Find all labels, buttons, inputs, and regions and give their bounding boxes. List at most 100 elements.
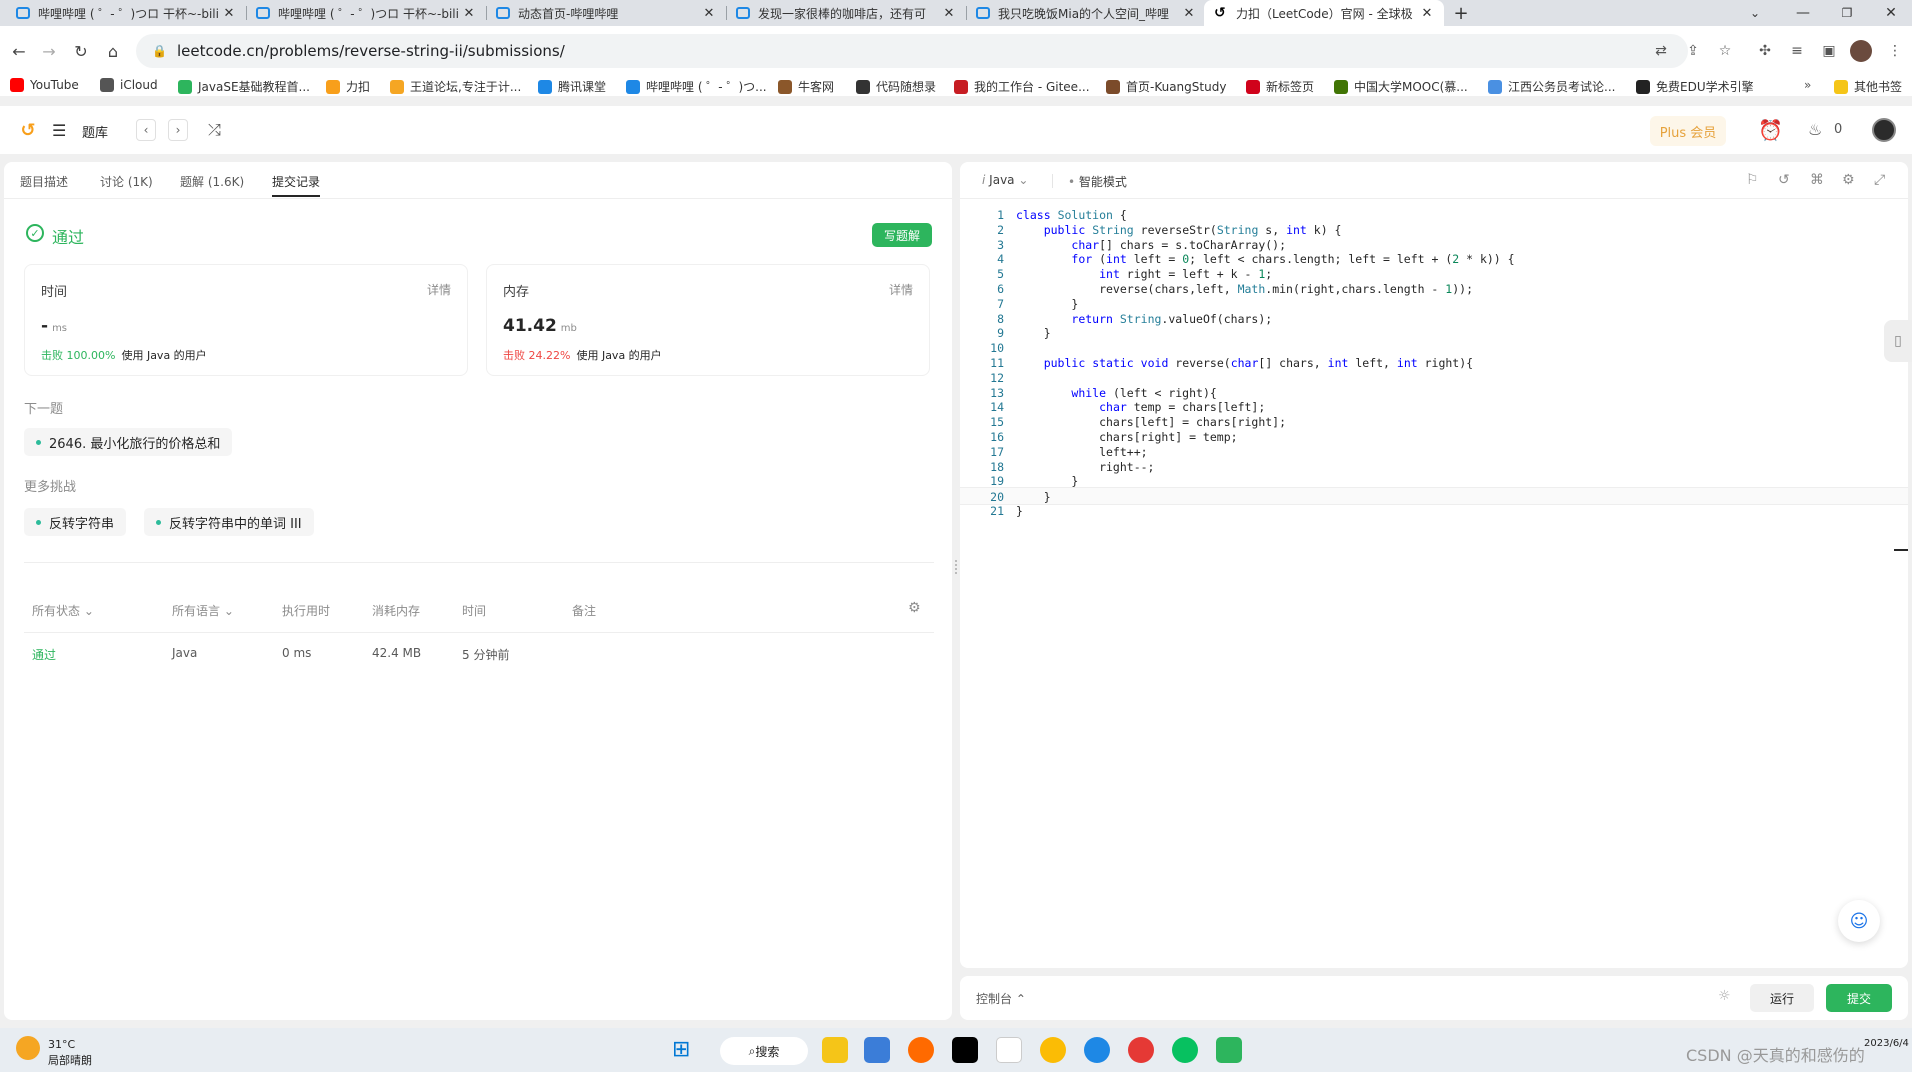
typora-icon[interactable] — [996, 1037, 1022, 1063]
tab-discussion[interactable]: 讨论 (1K) — [100, 173, 153, 190]
prev-problem-button[interactable]: ‹ — [136, 119, 156, 141]
close-tab-icon[interactable]: ✕ — [222, 6, 236, 21]
shortcut-icon[interactable]: ⌘ — [1810, 172, 1824, 188]
smart-mode-toggle[interactable]: • 智能模式 — [1068, 173, 1127, 190]
browser-tab[interactable]: 哔哩哔哩 ( ゜- ゜)つロ 干杯~-bili ✕ — [246, 0, 486, 26]
bookmark-icon[interactable]: ⚐ — [1746, 172, 1759, 188]
bookmark-gitee[interactable]: 我的工作台 - Gitee... — [954, 78, 1090, 95]
bookmark-bilibili[interactable]: 哔哩哔哩 ( ゜- ゜)つ... — [626, 78, 767, 95]
intellij-icon[interactable] — [952, 1037, 978, 1063]
close-window-icon[interactable]: ✕ — [1880, 2, 1902, 24]
problem-library-link[interactable]: 题库 — [82, 122, 108, 141]
restore-icon[interactable]: ❐ — [1836, 2, 1858, 24]
console-toggle[interactable]: 控制台 ⌃ — [976, 990, 1026, 1007]
music-icon[interactable] — [1128, 1037, 1154, 1063]
reading-list-icon[interactable]: ≡ — [1786, 40, 1808, 62]
tab-submissions[interactable]: 提交记录 — [272, 173, 321, 197]
filter-language[interactable]: 所有语言 ⌄ — [172, 602, 234, 619]
menu-icon[interactable]: ⋮ — [1884, 40, 1906, 62]
more-bookmarks-icon[interactable]: » — [1804, 78, 1811, 92]
close-tab-icon[interactable]: ✕ — [1420, 6, 1434, 21]
language-select[interactable]: i Java ⌄ — [982, 173, 1028, 187]
memory-detail-link[interactable]: 详情 — [889, 281, 913, 298]
translate-icon[interactable]: ⇄ — [1650, 40, 1672, 62]
extensions-icon[interactable]: ✣ — [1754, 40, 1776, 62]
tab-search-icon[interactable]: ⌄ — [1744, 2, 1766, 24]
streak-fire-icon[interactable]: ♨ — [1808, 120, 1822, 139]
taskbar-search[interactable]: ⌕ 搜索 — [720, 1037, 808, 1065]
kugou-icon[interactable] — [1084, 1037, 1110, 1063]
close-tab-icon[interactable]: ✕ — [942, 6, 956, 21]
browser-tab[interactable]: 哔哩哔哩 ( ゜- ゜)つロ 干杯~-bili ✕ — [6, 0, 246, 26]
alarm-icon[interactable]: ⏰ — [1758, 118, 1783, 142]
fullscreen-icon[interactable]: ⤢ — [1874, 172, 1885, 188]
bookmark-newtab[interactable]: 新标签页 — [1246, 78, 1314, 95]
table-settings-icon[interactable]: ⚙ — [908, 600, 921, 616]
bookmark-jiangxi[interactable]: 江西公务员考试论... — [1488, 78, 1615, 95]
challenge-chip[interactable]: 反转字符串 — [24, 508, 127, 536]
run-button[interactable]: 运行 — [1750, 984, 1814, 1012]
challenge-chip[interactable]: 反转字符串中的单词 III — [144, 508, 314, 536]
problem-list-icon[interactable]: ☰ — [52, 121, 66, 140]
share-icon[interactable]: ⇪ — [1682, 40, 1704, 62]
minimize-icon[interactable]: — — [1792, 2, 1814, 24]
next-problem-chip[interactable]: 2646. 最小化旅行的价格总和 — [24, 428, 233, 456]
forward-icon[interactable]: → — [38, 40, 60, 62]
close-tab-icon[interactable]: ✕ — [462, 6, 476, 21]
reload-icon[interactable]: ↻ — [70, 40, 92, 62]
tab-solutions[interactable]: 题解 (1.6K) — [180, 173, 244, 190]
browser-tab[interactable]: 我只吃晚饭Mia的个人空间_哔哩 ✕ — [966, 0, 1206, 26]
bookmark-leetcode[interactable]: 力扣 — [326, 78, 370, 95]
leetcode-logo[interactable]: ↺ — [18, 120, 38, 141]
settings-icon[interactable]: ⚙ — [1842, 172, 1855, 188]
write-solution-button[interactable]: 写题解 — [872, 223, 932, 247]
feedback-chat-icon[interactable]: ☺ — [1838, 900, 1880, 942]
windows-start-icon[interactable]: ⊞ — [672, 1039, 694, 1061]
sidepanel-icon[interactable]: ▣ — [1818, 40, 1840, 62]
home-icon[interactable]: ⌂ — [102, 40, 124, 62]
notes-side-icon[interactable]: ▯ — [1884, 320, 1912, 362]
reset-icon[interactable]: ↺ — [1778, 172, 1790, 188]
runtime-detail-link[interactable]: 详情 — [427, 281, 451, 298]
browser-tab[interactable]: 动态首页-哔哩哔哩 ✕ — [486, 0, 726, 26]
browser-tab-active[interactable]: ↺ 力扣（LeetCode）官网 - 全球极 ✕ — [1204, 0, 1444, 26]
new-tab-button[interactable]: + — [1450, 2, 1472, 24]
back-icon[interactable]: ← — [8, 40, 30, 62]
bookmark-kuangstudy[interactable]: 首页-KuangStudy — [1106, 78, 1226, 95]
chrome-icon[interactable] — [1040, 1037, 1066, 1063]
bookmark-programmercarl[interactable]: 代码随想录 — [856, 78, 936, 95]
shuffle-icon[interactable]: ⤮ — [208, 120, 221, 140]
filter-status[interactable]: 所有状态 ⌄ — [32, 602, 94, 619]
weather-icon[interactable] — [16, 1036, 40, 1060]
bookmark-wangdao[interactable]: 王道论坛,专注于计... — [390, 78, 521, 95]
debug-icon[interactable]: ☼ — [1718, 988, 1731, 1004]
star-icon[interactable]: ☆ — [1714, 40, 1736, 62]
screen-icon[interactable] — [1216, 1037, 1242, 1063]
bookmark-tencent-class[interactable]: 腾讯课堂 — [538, 78, 606, 95]
close-tab-icon[interactable]: ✕ — [702, 6, 716, 21]
wechat-icon[interactable] — [1172, 1037, 1198, 1063]
row-status[interactable]: 通过 — [32, 646, 56, 663]
remote-desktop-icon[interactable] — [864, 1037, 890, 1063]
code-line[interactable]: 21} — [960, 502, 1908, 520]
file-explorer-icon[interactable] — [822, 1037, 848, 1063]
bookmark-nowcoder[interactable]: 牛客网 — [778, 78, 834, 95]
bookmark-icloud[interactable]: iCloud — [100, 78, 158, 92]
app-icon[interactable] — [908, 1037, 934, 1063]
plus-member-button[interactable]: Plus 会员 — [1650, 116, 1726, 146]
address-bar[interactable]: 🔒 leetcode.cn/problems/reverse-string-ii… — [136, 34, 1688, 68]
browser-tab[interactable]: 发现一家很棒的咖啡店，还有可 ✕ — [726, 0, 966, 26]
next-problem-button[interactable]: › — [168, 119, 188, 141]
bookmark-edu-engine[interactable]: 免费EDU学术引擎 — [1636, 78, 1754, 95]
bookmark-youtube[interactable]: YouTube — [10, 78, 79, 92]
close-tab-icon[interactable]: ✕ — [1182, 6, 1196, 21]
other-bookmarks[interactable]: 其他书签 — [1834, 78, 1902, 95]
code-text[interactable]: } — [1016, 502, 1023, 520]
bookmark-javase[interactable]: JavaSE基础教程首... — [178, 78, 310, 95]
panel-resize-handle[interactable] — [955, 560, 957, 574]
submit-button[interactable]: 提交 — [1826, 984, 1892, 1012]
tab-description[interactable]: 题目描述 — [20, 173, 68, 190]
user-avatar[interactable] — [1872, 118, 1896, 142]
bookmark-mooc[interactable]: 中国大学MOOC(慕... — [1334, 78, 1468, 95]
profile-avatar[interactable] — [1850, 40, 1872, 62]
